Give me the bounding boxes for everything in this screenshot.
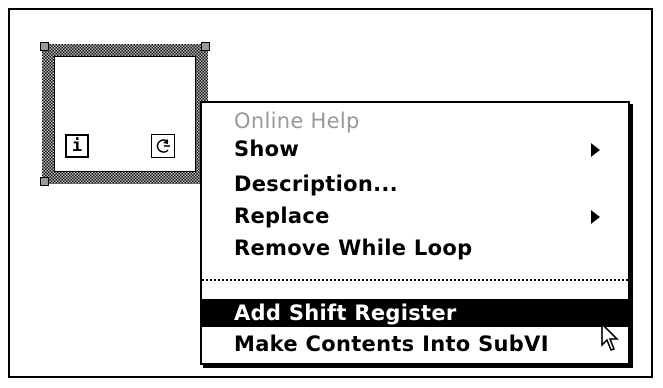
menu-separator	[202, 279, 628, 281]
menu-item-replace[interactable]: Replace	[202, 202, 628, 230]
submenu-arrow-icon	[591, 143, 600, 157]
menu-item-label: Description...	[234, 172, 398, 196]
menu-item-remove-while-loop[interactable]: Remove While Loop	[202, 234, 628, 262]
submenu-arrow-icon	[591, 210, 600, 224]
menu-item-show[interactable]: Show	[202, 135, 628, 163]
menu-item-label: Show	[234, 137, 300, 161]
resize-handle-top-right[interactable]	[201, 42, 210, 51]
menu-item-online-help: Online Help	[202, 107, 628, 135]
resize-handle-top-left[interactable]	[40, 42, 49, 51]
menu-item-make-contents-into-subvi[interactable]: Make Contents Into SubVI	[202, 330, 628, 358]
menu-item-label: Online Help	[234, 109, 360, 133]
menu-item-add-shift-register[interactable]: Add Shift Register	[202, 299, 628, 327]
context-menu: Online Help Show Description... Replace …	[200, 101, 630, 365]
iteration-terminal[interactable]: i	[65, 134, 89, 158]
menu-item-label: Remove While Loop	[234, 236, 473, 260]
mouse-pointer-icon	[601, 323, 619, 351]
menu-item-label: Make Contents Into SubVI	[234, 332, 549, 356]
resize-handle-bottom-left[interactable]	[40, 177, 49, 186]
conditional-terminal-icon[interactable]	[151, 134, 175, 158]
menu-item-label: Add Shift Register	[234, 301, 457, 325]
menu-item-description[interactable]: Description...	[202, 170, 628, 198]
menu-item-label: Replace	[234, 204, 330, 228]
loop-arrow-icon	[156, 139, 170, 153]
